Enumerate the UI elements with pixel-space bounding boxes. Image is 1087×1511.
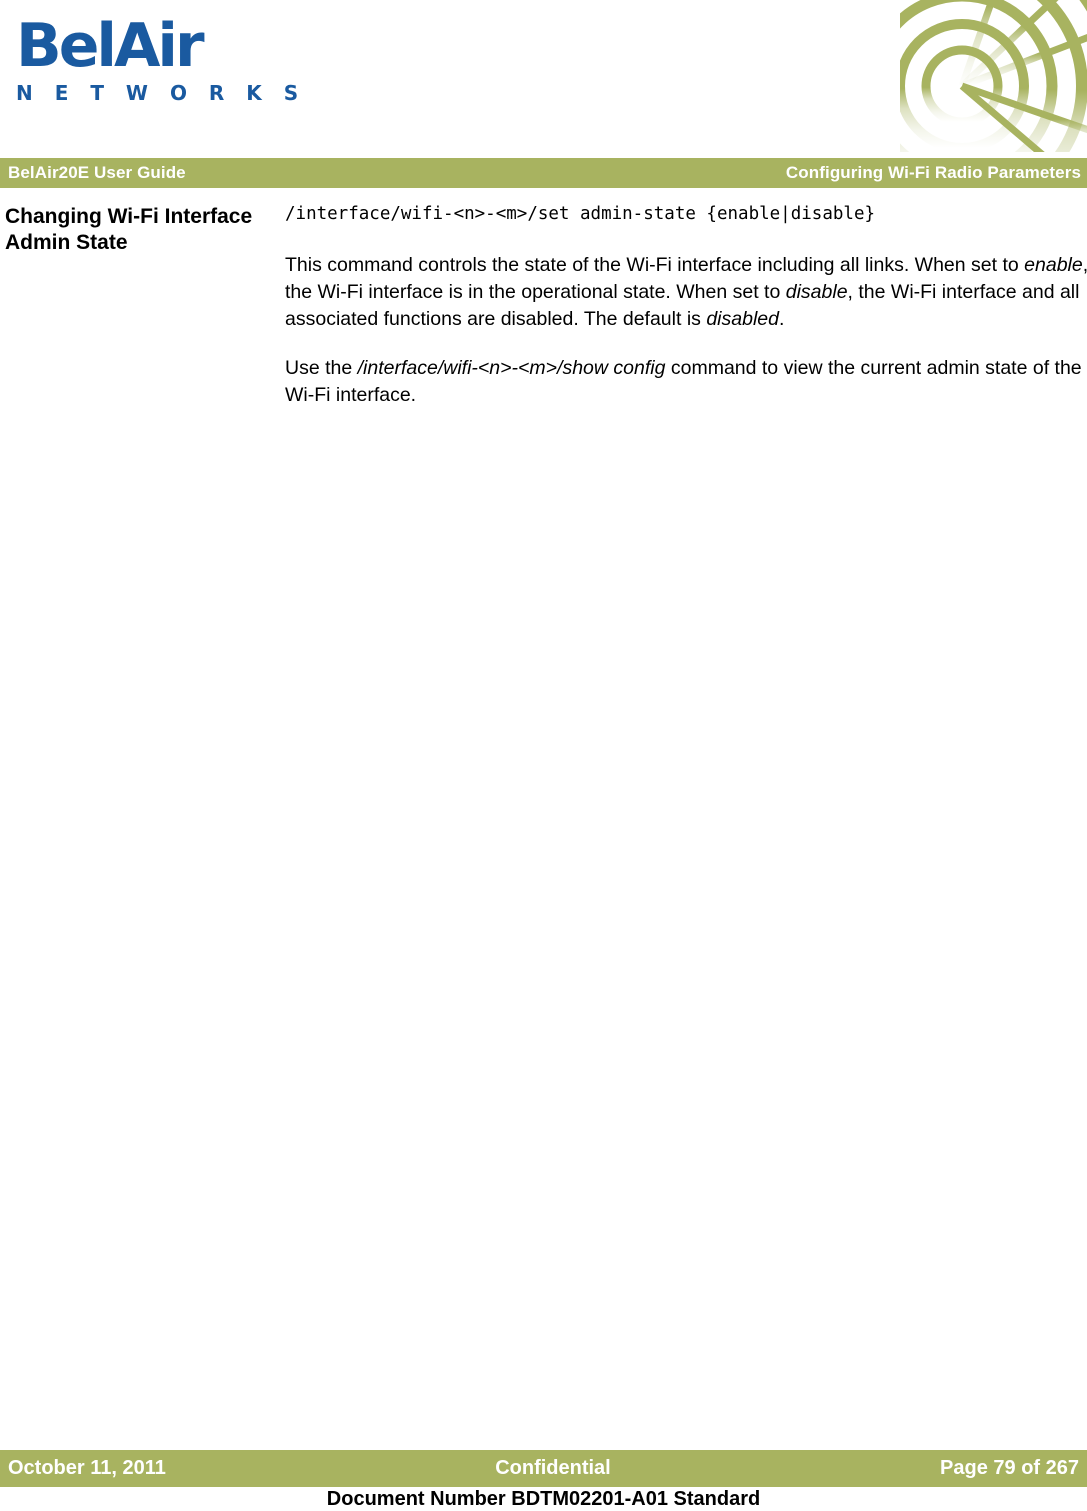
section-body: /interface/wifi-<n>-<m>/set admin-state … bbox=[285, 188, 1087, 409]
para1-emphasis-enable: enable bbox=[1024, 254, 1083, 276]
footer-date: October 11, 2011 bbox=[8, 1457, 166, 1479]
page-footer-band: October 11, 2011 Confidential Page 79 of… bbox=[0, 1450, 1087, 1487]
logo-wordmark: BelAir bbox=[16, 11, 205, 81]
header-document-title: BelAir20E User Guide bbox=[8, 163, 186, 182]
footer-page-number: Page 79 of 267 bbox=[940, 1457, 1079, 1479]
section-heading: Changing Wi-Fi Interface Admin State bbox=[5, 205, 253, 254]
page-header-band: BelAir20E User Guide Configuring Wi-Fi R… bbox=[0, 158, 1087, 188]
para1-text-4: . bbox=[778, 308, 785, 330]
page-content: Changing Wi-Fi Interface Admin State /in… bbox=[0, 188, 1087, 431]
belair-networks-logo: BelAir N E T W O R K S bbox=[16, 11, 306, 114]
wireless-web-arcs-graphic bbox=[900, 0, 1087, 152]
para1-emphasis-disable: disable bbox=[785, 281, 848, 303]
para2-emphasis-show-config-command: /interface/wifi-<n>-<m>/show config bbox=[357, 357, 666, 379]
para1-emphasis-disabled: disabled bbox=[706, 308, 779, 330]
paragraph-show-config-reference: Use the /interface/wifi-<n>-<m>/show con… bbox=[285, 355, 1087, 409]
para1-text-1: This command controls the state of the W… bbox=[285, 254, 1025, 276]
section-changing-wifi-interface-admin-state: Changing Wi-Fi Interface Admin State /in… bbox=[0, 188, 1087, 409]
footer-confidentiality-label: Confidential bbox=[495, 1457, 611, 1479]
header-chapter-title: Configuring Wi-Fi Radio Parameters bbox=[785, 163, 1081, 182]
logo-subtitle: N E T W O R K S bbox=[16, 81, 306, 105]
footer-document-number: Document Number BDTM02201-A01 Standard bbox=[326, 1488, 761, 1510]
paragraph-command-description: This command controls the state of the W… bbox=[285, 252, 1087, 333]
para2-text-1: Use the bbox=[285, 357, 358, 379]
cli-command-snippet: /interface/wifi-<n>-<m>/set admin-state … bbox=[285, 204, 876, 224]
masthead: BelAir N E T W O R K S bbox=[0, 0, 1087, 158]
